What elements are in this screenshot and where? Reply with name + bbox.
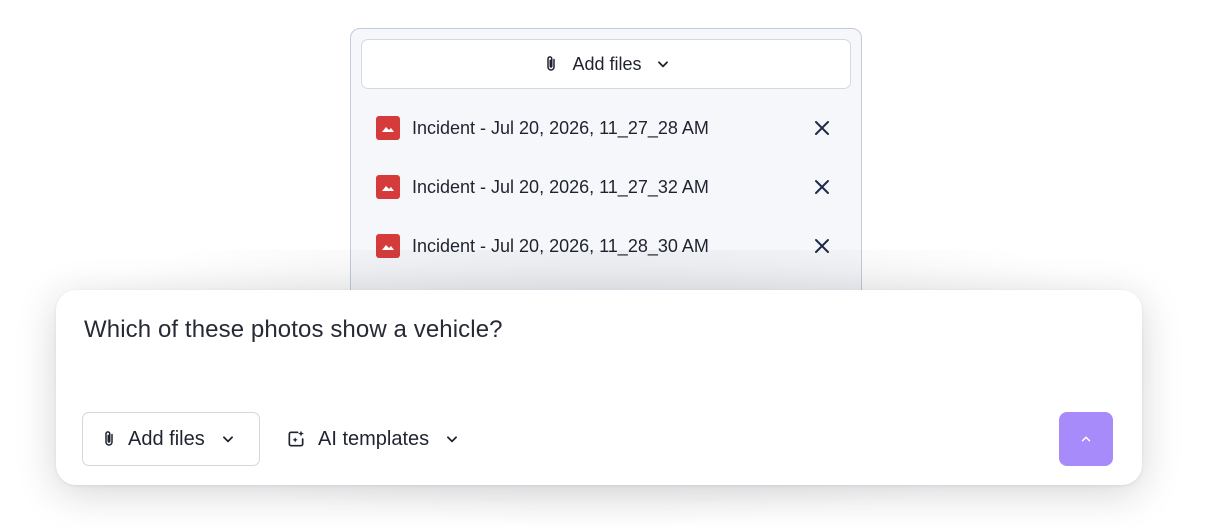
file-name: Incident - Jul 20, 2026, 11_28_30 AM <box>412 235 709 256</box>
panel-add-files-button[interactable]: Add files <box>361 39 851 89</box>
chevron-down-icon <box>656 57 670 71</box>
ai-templates-label: AI templates <box>318 427 430 450</box>
page: Add files Incident - Jul 20, 2026, 11_27… <box>0 0 1207 530</box>
add-files-label: Add files <box>128 427 205 450</box>
file-item: Incident - Jul 20, 2026, 11_28_30 AM <box>351 226 861 266</box>
close-icon[interactable] <box>811 176 833 198</box>
image-file-icon <box>376 116 400 140</box>
chevron-down-icon <box>221 432 235 446</box>
chat-composer: Which of these photos show a vehicle? Ad… <box>56 290 1142 485</box>
file-name: Incident - Jul 20, 2026, 11_27_32 AM <box>412 176 709 197</box>
paperclip-icon <box>100 429 118 449</box>
close-icon[interactable] <box>811 117 833 139</box>
image-file-icon <box>376 175 400 199</box>
add-files-button[interactable]: Add files <box>82 412 260 466</box>
attachments-dropdown-panel: Add files Incident - Jul 20, 2026, 11_27… <box>350 28 862 308</box>
image-file-icon <box>376 234 400 258</box>
ai-templates-button[interactable]: AI templates <box>286 412 459 466</box>
prompt-input[interactable]: Which of these photos show a vehicle? <box>84 316 503 344</box>
template-sparkle-icon <box>286 429 306 449</box>
file-name: Incident - Jul 20, 2026, 11_27_28 AM <box>412 117 709 138</box>
panel-add-files-label: Add files <box>572 53 642 74</box>
file-item: Incident - Jul 20, 2026, 11_27_32 AM <box>351 167 861 207</box>
chevron-down-icon <box>445 432 459 446</box>
file-item: Incident - Jul 20, 2026, 11_27_28 AM <box>351 108 861 148</box>
paperclip-icon <box>542 54 560 74</box>
close-icon[interactable] <box>811 235 833 257</box>
send-button[interactable] <box>1059 412 1113 466</box>
chevron-up-icon <box>1079 432 1093 446</box>
